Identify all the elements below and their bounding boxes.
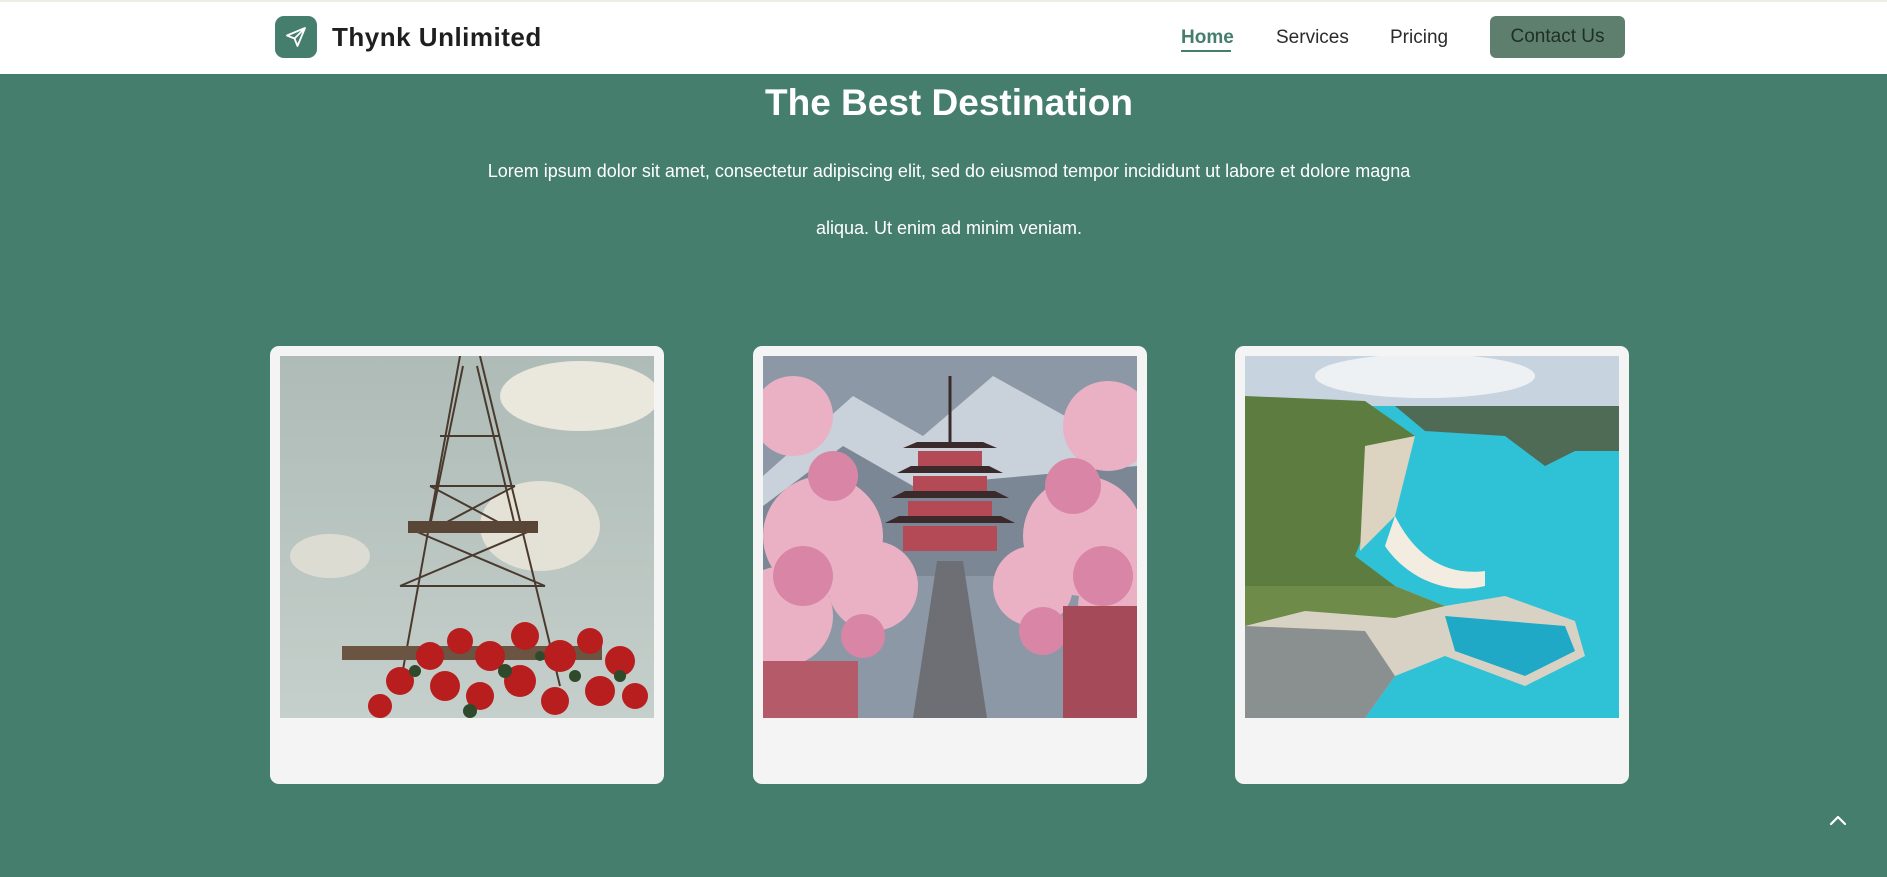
paper-plane-icon — [286, 27, 306, 47]
chevron-up-icon — [1829, 815, 1847, 826]
brand-name[interactable]: Thynk Unlimited — [332, 22, 542, 53]
destination-card-coast[interactable] — [1235, 346, 1629, 784]
card-image-pagoda[interactable] — [763, 356, 1137, 718]
nav-pricing[interactable]: Pricing — [1390, 27, 1448, 49]
hero-title: The Best Destination — [765, 82, 1133, 123]
scroll-to-top-button[interactable] — [1826, 808, 1850, 832]
nav-services[interactable]: Services — [1276, 27, 1349, 49]
hero-description: Lorem ipsum dolor sit amet, consectetur … — [470, 143, 1428, 257]
nav-home[interactable]: Home — [1181, 27, 1234, 49]
contact-us-button[interactable]: Contact Us — [1490, 16, 1625, 58]
logo[interactable] — [275, 16, 317, 58]
card-image-eiffel-tower[interactable] — [280, 356, 654, 718]
navbar: Thynk Unlimited Home Services Pricing Co… — [0, 2, 1887, 74]
hero-description-line-1: Lorem ipsum dolor sit amet, consectetur … — [487, 161, 1411, 181]
hero-description-line-2: aliqua. Ut enim ad minim veniam. — [815, 218, 1083, 238]
nav-active-underline — [1181, 50, 1231, 52]
destination-card-japan[interactable] — [753, 346, 1147, 784]
destination-card-paris[interactable] — [270, 346, 664, 784]
card-image-coastline[interactable] — [1245, 356, 1619, 718]
